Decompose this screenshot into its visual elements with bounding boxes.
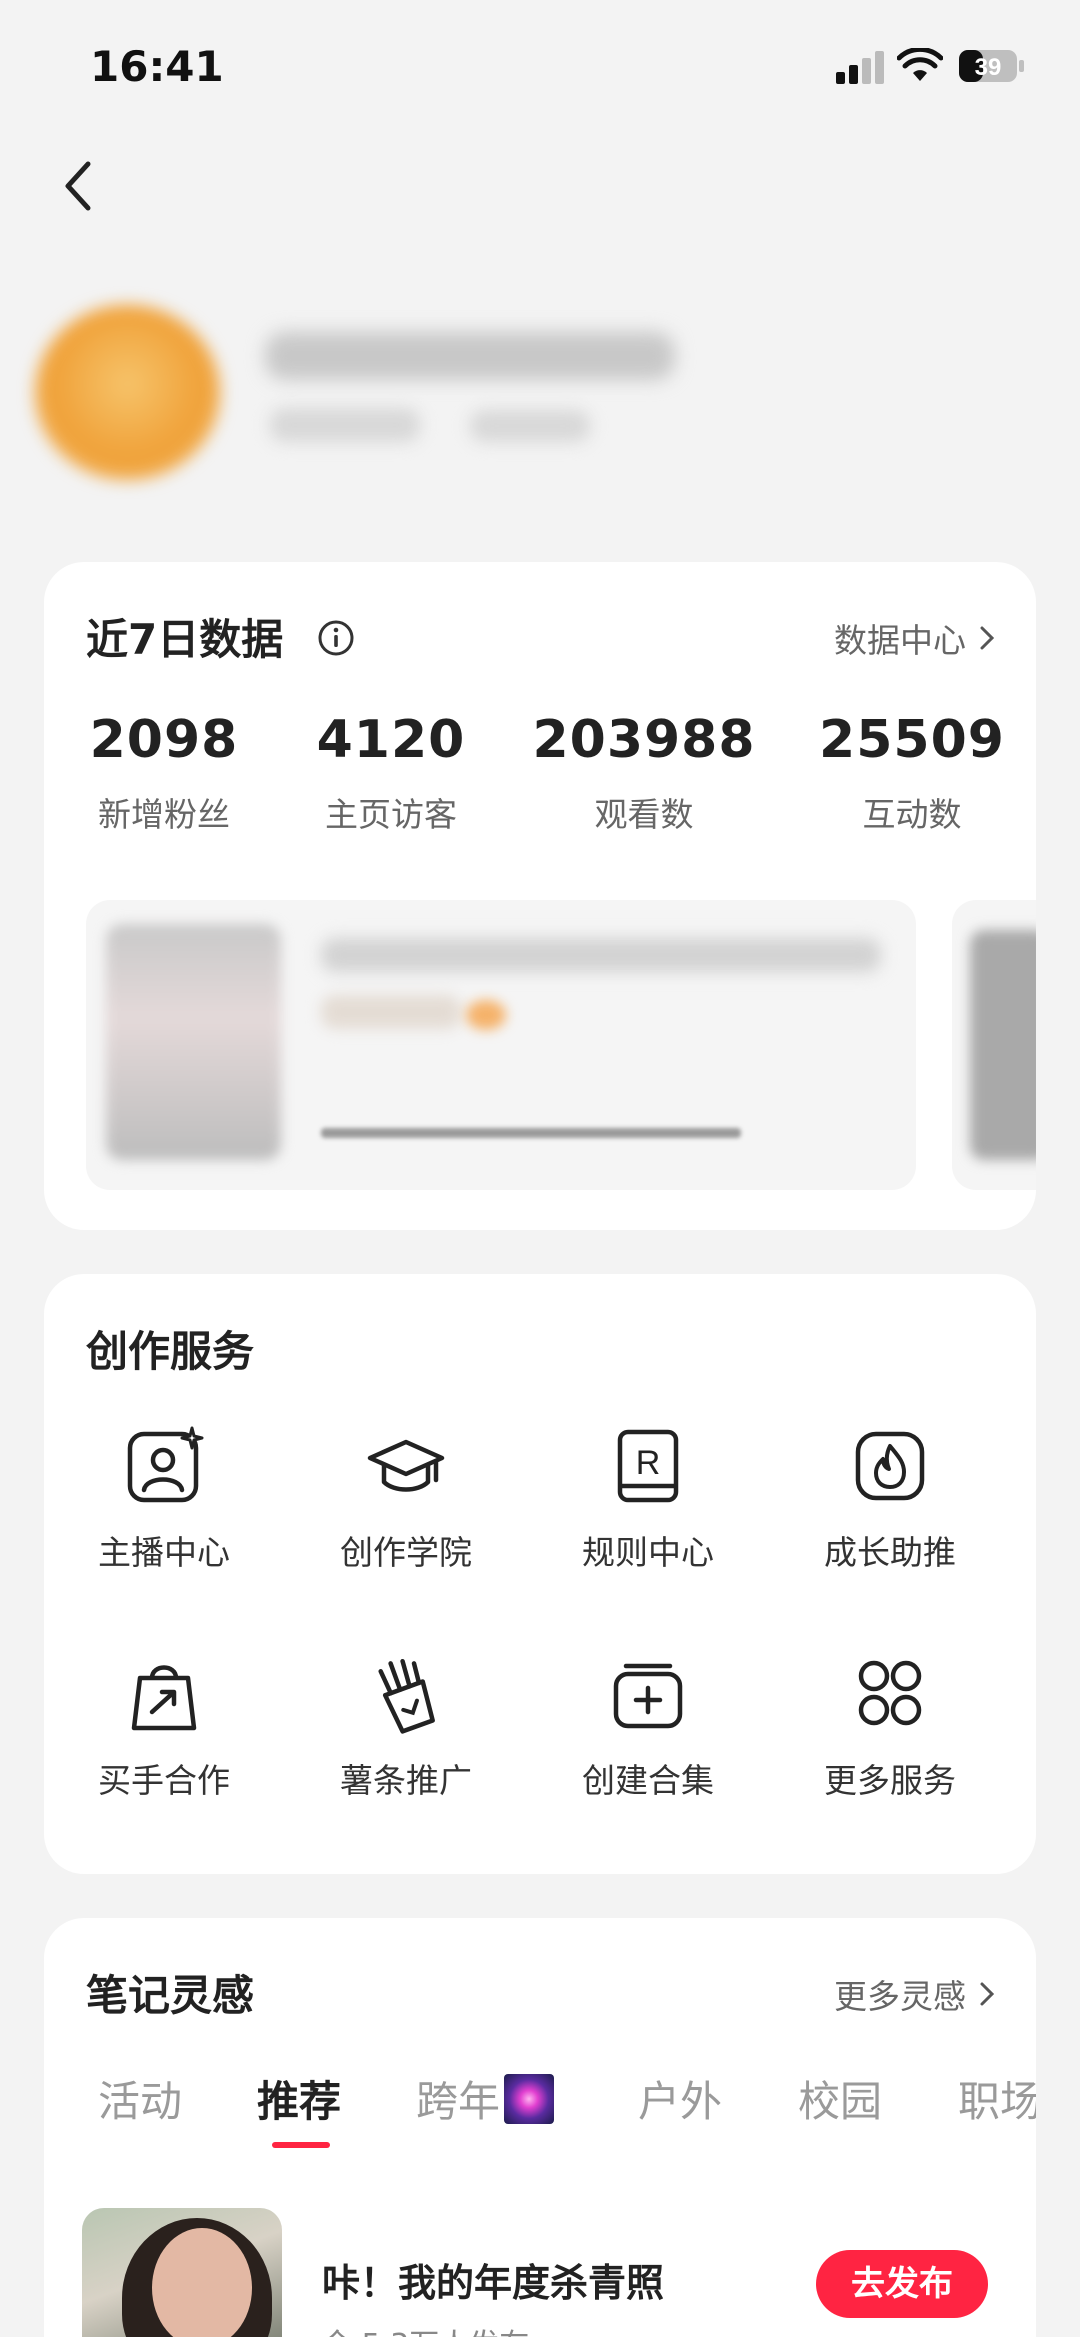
- stat-label: 主页访客: [325, 795, 457, 834]
- tab-label: 跨年: [416, 2077, 501, 2126]
- add-collection-icon: [613, 1663, 683, 1729]
- status-bar: 16:41 39: [0, 0, 1080, 130]
- back-button[interactable]: [50, 150, 110, 220]
- grid-circles-icon: [858, 1660, 922, 1726]
- tab-campus[interactable]: 校园: [798, 2068, 882, 2129]
- service-growth-boost[interactable]: 成长助推: [770, 1424, 1010, 1574]
- recent-data-card: 近7日数据 数据中心 2098 新增粉丝 4120 主页访客 203988 观看…: [44, 562, 1036, 1230]
- inspiration-thumbnail: [82, 2208, 282, 2337]
- service-streamer-center[interactable]: 主播中心: [44, 1424, 284, 1574]
- inspiration-title: 笔记灵感: [86, 1971, 255, 2020]
- service-label: 创建合集: [582, 1761, 714, 1800]
- service-more-services[interactable]: 更多服务: [770, 1652, 1010, 1802]
- tab-recommended[interactable]: 推荐: [257, 2068, 341, 2129]
- creative-services-card: 创作服务 主播中心 创作学院 R 规则中心 成长助推 买手合作 薯条推广 创建合…: [44, 1274, 1036, 1874]
- service-buyer-cooperation[interactable]: 买手合作: [44, 1652, 284, 1802]
- thumbnail-face: [152, 2228, 252, 2337]
- service-label: 成长助推: [824, 1533, 956, 1572]
- stat-views[interactable]: 203988 观看数: [529, 710, 759, 836]
- note-inspiration-card: 笔记灵感 更多灵感 活动 推荐 跨年 户外 校园 职场 咔！我的年度杀青照 今 …: [44, 1918, 1036, 2337]
- inspiration-tabs: 活动 推荐 跨年 户外 校园 职场: [44, 2068, 1036, 2148]
- chevron-right-icon: [980, 1982, 995, 2006]
- svg-text:R: R: [636, 1444, 661, 1482]
- avatar[interactable]: [35, 305, 220, 480]
- stat-value: 203988: [532, 710, 756, 770]
- status-time: 16:41: [90, 42, 224, 91]
- stat-label: 观看数: [594, 795, 694, 834]
- publish-button[interactable]: 去发布: [816, 2250, 988, 2318]
- service-create-collection[interactable]: 创建合集: [528, 1652, 768, 1802]
- services-title: 创作服务: [86, 1327, 255, 1376]
- recent-data-title: 近7日数据: [86, 615, 284, 664]
- stat-value: 25509: [819, 710, 1005, 770]
- service-label: 主播中心: [98, 1533, 230, 1572]
- inspiration-item-subtitle: 今 5.3万人发布: [322, 2320, 529, 2337]
- note-preview-card[interactable]: [86, 900, 916, 1190]
- profile-header[interactable]: [30, 290, 790, 490]
- chevron-right-icon: [980, 626, 995, 650]
- stat-label: 新增粉丝: [98, 795, 230, 834]
- streamer-profile-icon: [127, 1426, 204, 1503]
- service-label: 规则中心: [582, 1533, 714, 1572]
- note-progress-blurred: [321, 1128, 741, 1138]
- note-title-blurred: [321, 938, 881, 972]
- service-label: 更多服务: [824, 1761, 956, 1800]
- service-label: 创作学院: [340, 1533, 472, 1572]
- fireworks-icon: [504, 2074, 555, 2124]
- inspiration-item-title: 咔！我的年度杀青照: [322, 2261, 665, 2305]
- more-inspiration-link[interactable]: 更多灵感: [834, 1970, 996, 2018]
- active-tab-indicator: [272, 2142, 330, 2148]
- tab-activity[interactable]: 活动: [98, 2068, 182, 2129]
- shopping-bag-icon: [131, 1665, 197, 1731]
- rulebook-icon: R: [617, 1429, 679, 1503]
- stat-new-followers[interactable]: 2098 新增粉丝: [49, 710, 279, 836]
- tab-new-year[interactable]: 跨年: [416, 2068, 555, 2129]
- service-rules-center[interactable]: R 规则中心: [528, 1424, 768, 1574]
- battery-level: 39: [975, 54, 1002, 81]
- tab-outdoor[interactable]: 户外: [638, 2068, 722, 2129]
- service-creator-academy[interactable]: 创作学院: [286, 1424, 526, 1574]
- service-fries-promotion[interactable]: 薯条推广: [286, 1652, 526, 1802]
- note-preview-card-next[interactable]: [952, 900, 1036, 1190]
- data-center-label: 数据中心: [834, 621, 966, 660]
- stat-value: 2098: [89, 710, 239, 770]
- note-thumbnail: [970, 930, 1036, 1160]
- more-inspiration-label: 更多灵感: [834, 1977, 966, 2016]
- stats-row: 2098 新增粉丝 4120 主页访客 203988 观看数 25509 互动数: [44, 710, 1036, 850]
- stat-interactions[interactable]: 25509 互动数: [797, 710, 1027, 836]
- graduation-cap-icon: [367, 1439, 445, 1492]
- fries-icon: [378, 1658, 435, 1734]
- wifi-icon: [897, 48, 943, 81]
- profile-name: [265, 332, 675, 380]
- service-label: 薯条推广: [340, 1761, 472, 1800]
- info-icon[interactable]: [316, 618, 356, 658]
- inspiration-item[interactable]: 咔！我的年度杀青照 今 5.3万人发布 去发布: [82, 2208, 998, 2337]
- note-tag-dot: [466, 1000, 506, 1030]
- profile-subtitle-extra: [470, 410, 590, 442]
- data-center-link[interactable]: 数据中心: [834, 614, 996, 662]
- flame-icon: [855, 1431, 925, 1501]
- tab-workplace[interactable]: 职场: [958, 2068, 1036, 2129]
- profile-subtitle: [270, 408, 420, 442]
- stat-profile-visitors[interactable]: 4120 主页访客: [276, 710, 506, 836]
- note-thumbnail: [106, 924, 281, 1160]
- service-label: 买手合作: [98, 1761, 230, 1800]
- note-tag-blurred: [321, 995, 461, 1029]
- stat-value: 4120: [316, 710, 466, 770]
- stat-label: 互动数: [862, 795, 962, 834]
- cellular-signal-icon: [836, 51, 884, 84]
- battery-icon: 39: [958, 48, 1026, 84]
